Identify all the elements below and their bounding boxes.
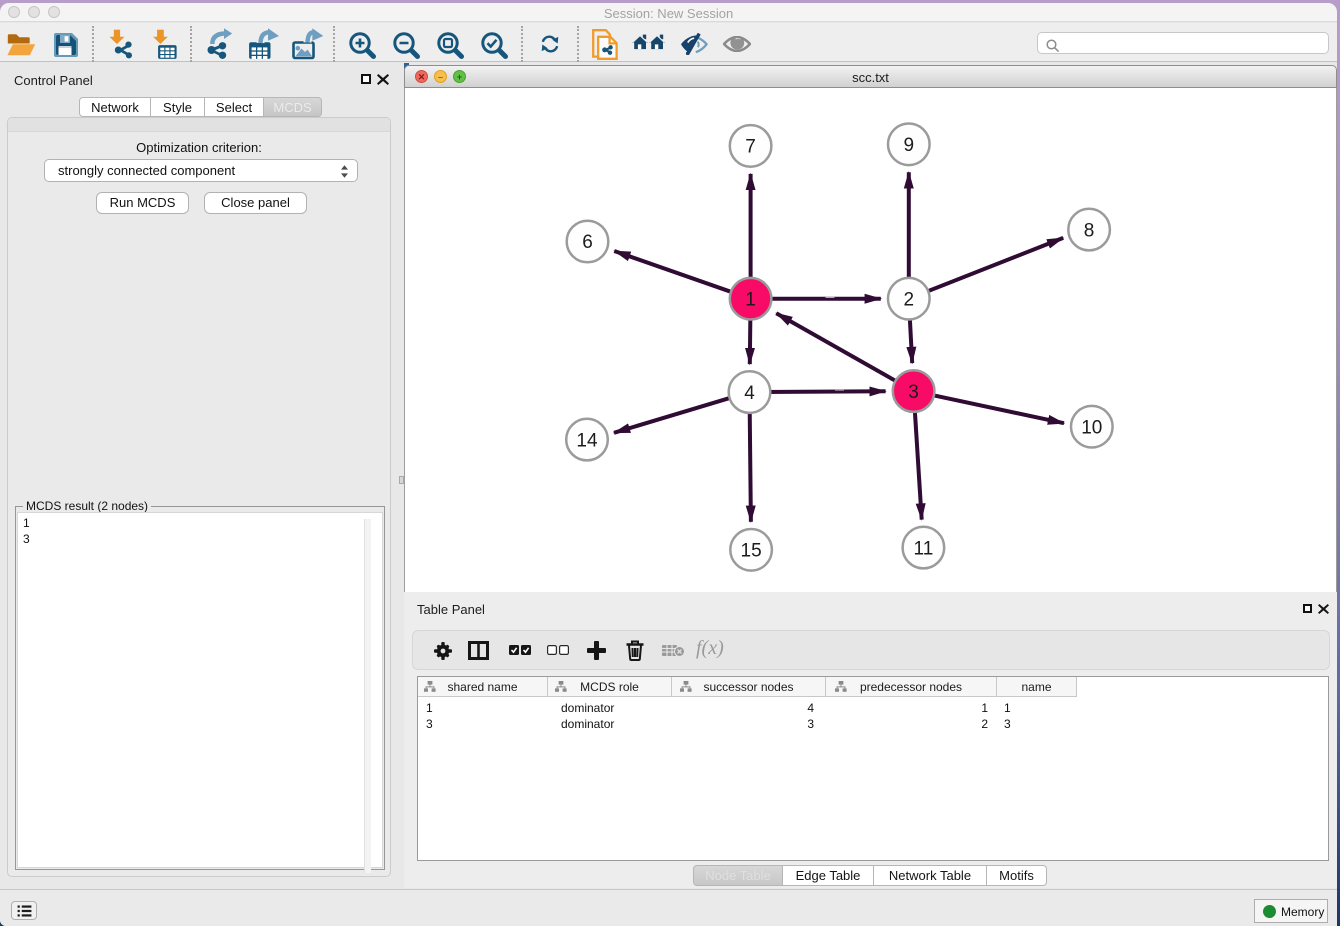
- svg-text:4: 4: [744, 383, 755, 404]
- svg-text:3: 3: [908, 382, 919, 403]
- svg-text:14: 14: [576, 430, 598, 451]
- svg-text:2: 2: [904, 289, 915, 310]
- svg-text:11: 11: [914, 538, 934, 559]
- svg-text:10: 10: [1081, 417, 1102, 438]
- svg-text:15: 15: [741, 541, 762, 562]
- svg-text:8: 8: [1084, 220, 1095, 241]
- svg-text:6: 6: [582, 232, 593, 253]
- svg-text:1: 1: [745, 289, 756, 310]
- svg-text:9: 9: [904, 135, 915, 156]
- svg-text:7: 7: [745, 137, 756, 158]
